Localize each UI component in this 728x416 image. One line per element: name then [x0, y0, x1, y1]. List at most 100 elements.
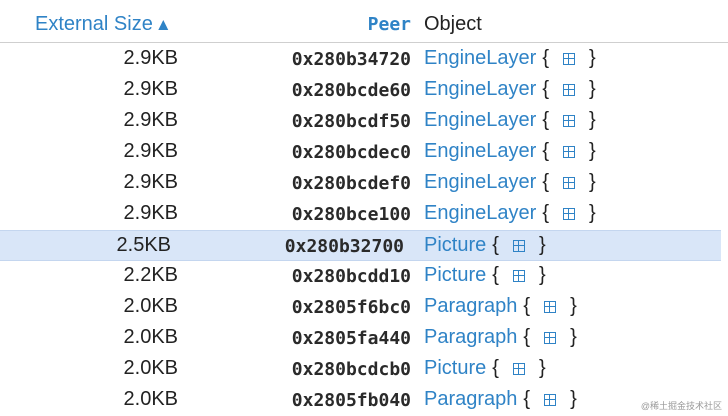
table-row[interactable]: 2.9KB 0x280bcdf50 EngineLayer {} [0, 106, 728, 137]
expand-square-icon[interactable] [563, 84, 575, 96]
peer-address-cell: 0x2805fb040 [291, 390, 411, 411]
table-row[interactable]: 2.9KB 0x280bcde60 EngineLayer {} [0, 75, 728, 106]
table-row-selected[interactable]: 2.5KB 0x280b32700 Picture {} [0, 230, 721, 261]
close-brace: } [538, 264, 546, 286]
object-type-link[interactable]: EngineLayer [424, 47, 536, 69]
external-size-cell: 2.9KB [123, 47, 178, 69]
watermark: @稀土掘金技术社区 [640, 401, 722, 411]
object-type-link[interactable]: Picture [424, 357, 486, 379]
expand-square-icon[interactable] [563, 208, 575, 220]
external-size-cell: 2.0KB [123, 295, 178, 317]
object-type-link[interactable]: EngineLayer [424, 171, 536, 193]
peer-address-cell: 0x280bcde60 [291, 80, 411, 101]
peer-address-cell: 0x280bcdd10 [291, 266, 411, 287]
object-cell: Picture {} [424, 264, 552, 287]
sort-ascending-icon[interactable]: ▲ [155, 15, 172, 34]
column-header-external-size[interactable]: External Size ▲ [35, 13, 172, 36]
table-row[interactable]: 2.9KB 0x280b34720 EngineLayer {} [0, 44, 728, 75]
close-brace: } [570, 295, 577, 317]
peer-address-cell: 0x280bce100 [291, 204, 411, 225]
open-brace: { [492, 357, 499, 379]
external-size-cell: 2.0KB [123, 326, 178, 348]
expand-square-icon[interactable] [512, 270, 525, 282]
peer-address-cell: 0x280b32700 [284, 236, 404, 257]
object-cell: EngineLayer {} [424, 202, 602, 225]
object-cell: Picture {} [424, 357, 552, 380]
peer-address-cell: 0x280bcdf50 [291, 111, 411, 132]
external-size-cell: 2.0KB [123, 388, 178, 410]
expand-square-icon[interactable] [544, 394, 557, 406]
close-brace: } [570, 326, 577, 348]
object-type-link[interactable]: Picture [424, 264, 486, 286]
expand-square-icon[interactable] [563, 53, 575, 65]
table-row[interactable]: 2.0KB 0x2805fb040 Paragraph {} [0, 385, 728, 416]
open-brace: { [542, 171, 549, 193]
open-brace: { [523, 326, 531, 348]
table-row[interactable]: 2.9KB 0x280bce100 EngineLayer {} [0, 199, 728, 230]
expand-square-icon[interactable] [563, 146, 575, 158]
table-row[interactable]: 2.2KB 0x280bcdd10 Picture {} [0, 261, 728, 292]
open-brace: { [542, 202, 549, 224]
expand-square-icon[interactable] [512, 363, 525, 375]
close-brace: } [589, 78, 596, 100]
external-size-cell: 2.9KB [123, 140, 178, 162]
object-cell: Paragraph {} [424, 295, 583, 318]
close-brace: } [589, 202, 596, 224]
peer-address-cell: 0x2805fa440 [291, 328, 411, 349]
external-size-cell: 2.9KB [123, 109, 178, 131]
object-cell: Paragraph {} [424, 388, 583, 411]
close-brace: } [589, 140, 596, 162]
peer-address-cell: 0x280bcdcb0 [291, 359, 411, 380]
object-cell: EngineLayer {} [424, 171, 602, 194]
peer-address-cell: 0x280bcdef0 [291, 173, 411, 194]
object-type-link[interactable]: Paragraph [424, 295, 517, 317]
table-row[interactable]: 2.0KB 0x2805f6bc0 Paragraph {} [0, 292, 728, 323]
open-brace: { [542, 109, 549, 131]
object-type-link[interactable]: Picture [424, 234, 486, 256]
close-brace: } [589, 47, 596, 69]
object-cell: Paragraph {} [424, 326, 583, 349]
object-cell: EngineLayer {} [424, 140, 602, 163]
table-row[interactable]: 2.0KB 0x2805fa440 Paragraph {} [0, 323, 728, 354]
external-size-cell: 2.0KB [123, 357, 178, 379]
external-size-cell: 2.9KB [123, 78, 178, 100]
object-cell: EngineLayer {} [424, 78, 602, 101]
peer-address-cell: 0x280b34720 [291, 49, 411, 70]
table-header: External Size ▲ Peer Object [0, 0, 728, 42]
object-cell: Picture {} [424, 234, 552, 257]
open-brace: { [542, 47, 549, 69]
expand-square-icon[interactable] [512, 240, 525, 252]
open-brace: { [492, 264, 499, 286]
open-brace: { [542, 140, 549, 162]
table-row[interactable]: 2.9KB 0x280bcdec0 EngineLayer {} [0, 137, 728, 168]
column-header-peer[interactable]: Peer [368, 14, 411, 35]
object-type-link[interactable]: EngineLayer [424, 202, 536, 224]
object-type-link[interactable]: EngineLayer [424, 109, 536, 131]
external-size-cell: 2.9KB [123, 171, 178, 193]
external-size-cell: 2.2KB [123, 264, 178, 286]
column-header-object[interactable]: Object [424, 13, 482, 36]
peer-address-cell: 0x2805f6bc0 [291, 297, 411, 318]
expand-square-icon[interactable] [563, 115, 575, 127]
object-type-link[interactable]: EngineLayer [424, 78, 536, 100]
close-brace: } [538, 234, 546, 256]
object-type-link[interactable]: Paragraph [424, 388, 517, 410]
table-row[interactable]: 2.0KB 0x280bcdcb0 Picture {} [0, 354, 728, 385]
expand-square-icon[interactable] [544, 301, 557, 313]
object-type-link[interactable]: EngineLayer [424, 140, 536, 162]
external-size-cell: 2.9KB [123, 202, 178, 224]
object-cell: EngineLayer {} [424, 47, 602, 70]
column-header-external-size-label: External Size [35, 13, 153, 35]
object-cell: EngineLayer {} [424, 109, 602, 132]
close-brace: } [589, 109, 596, 131]
expand-square-icon[interactable] [563, 177, 575, 189]
open-brace: { [492, 234, 499, 256]
table-row[interactable]: 2.9KB 0x280bcdef0 EngineLayer {} [0, 168, 728, 199]
header-divider [0, 42, 728, 43]
close-brace: } [538, 357, 546, 379]
object-type-link[interactable]: Paragraph [424, 326, 517, 348]
open-brace: { [523, 295, 531, 317]
open-brace: { [542, 78, 549, 100]
expand-square-icon[interactable] [544, 332, 557, 344]
close-brace: } [570, 388, 577, 410]
